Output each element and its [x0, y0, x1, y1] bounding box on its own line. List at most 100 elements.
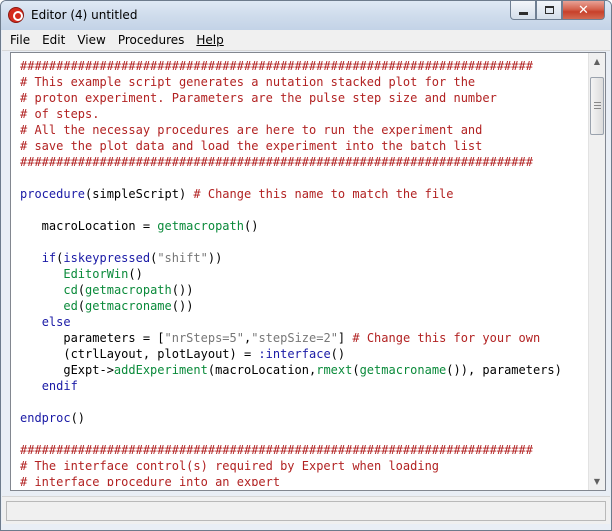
- code-line[interactable]: # This example script generates a nutati…: [20, 74, 586, 90]
- code-token: ()): [171, 283, 194, 297]
- code-line[interactable]: # All the necessay procedures are here t…: [20, 122, 586, 138]
- app-logo-icon[interactable]: [8, 7, 24, 23]
- code-token: endproc: [20, 411, 71, 425]
- code-token: ########################################…: [20, 443, 533, 457]
- maximize-button[interactable]: [536, 1, 562, 20]
- code-token: (: [352, 363, 360, 377]
- code-line[interactable]: parameters = ["nrSteps=5","stepSize=2"] …: [20, 330, 586, 346]
- code-token: parameters = [: [20, 331, 165, 345]
- code-token: )): [207, 251, 223, 265]
- menu-bar: File Edit View Procedures Help: [2, 30, 610, 51]
- title-bar[interactable]: Editor (4) untitled ✕: [1, 1, 611, 30]
- code-token: "nrSteps=5": [164, 331, 244, 345]
- code-text-area[interactable]: ########################################…: [20, 58, 586, 486]
- code-token: (macroLocation,: [207, 363, 317, 377]
- code-token: # Change this name to match the file: [193, 187, 454, 201]
- code-line[interactable]: ed(getmacroname()): [20, 298, 586, 314]
- code-line[interactable]: (ctrlLayout, plotLayout) = :interface(): [20, 346, 586, 362]
- code-token: # All the necessay procedures are here t…: [20, 123, 483, 137]
- code-line[interactable]: gExpt->addExperiment(macroLocation,rmext…: [20, 362, 586, 378]
- code-line[interactable]: procedure(simpleScript) # Change this na…: [20, 186, 586, 202]
- scroll-up-button[interactable]: ▲: [589, 53, 605, 70]
- code-line[interactable]: cd(getmacropath()): [20, 282, 586, 298]
- code-line[interactable]: else: [20, 314, 586, 330]
- code-token: addExperiment: [113, 363, 208, 377]
- code-token: "shift": [157, 251, 208, 265]
- menu-edit[interactable]: Edit: [42, 33, 65, 47]
- code-line[interactable]: # The interface control(s) required by E…: [20, 458, 586, 474]
- code-token: ########################################…: [20, 59, 533, 73]
- window-title: Editor (4) untitled: [31, 8, 138, 22]
- code-token: :interface: [258, 347, 331, 361]
- code-line[interactable]: if(iskeypressed("shift")): [20, 250, 586, 266]
- status-bar: [2, 496, 610, 524]
- code-token: # The interface control(s) required by E…: [20, 459, 440, 473]
- code-token: cd: [63, 283, 78, 297]
- code-token: # proton experiment. Parameters are the …: [20, 91, 497, 105]
- grip-line: [594, 102, 601, 103]
- code-line[interactable]: ########################################…: [20, 442, 586, 458]
- code-line[interactable]: endproc(): [20, 410, 586, 426]
- close-button[interactable]: ✕: [562, 1, 605, 20]
- code-token: (): [243, 219, 259, 233]
- window-controls: ✕: [510, 1, 605, 21]
- close-icon: ✕: [578, 2, 589, 18]
- code-token: ed: [63, 299, 78, 313]
- minimize-button[interactable]: [510, 1, 536, 20]
- code-token: getmacropath: [157, 219, 244, 233]
- grip-line: [594, 105, 601, 106]
- scroll-down-button[interactable]: ▼: [589, 473, 605, 490]
- code-line[interactable]: [20, 170, 586, 186]
- code-token: "stepSize=2": [251, 331, 338, 345]
- scroll-thumb[interactable]: [590, 77, 604, 135]
- menu-view[interactable]: View: [77, 33, 105, 47]
- code-token: else: [41, 315, 71, 329]
- code-token: (): [330, 347, 346, 361]
- code-line[interactable]: [20, 234, 586, 250]
- code-line[interactable]: ########################################…: [20, 58, 586, 74]
- code-line[interactable]: # proton experiment. Parameters are the …: [20, 90, 586, 106]
- arrow-up-icon: ▲: [593, 57, 601, 66]
- code-line[interactable]: [20, 426, 586, 442]
- code-line[interactable]: # save the plot data and load the experi…: [20, 138, 586, 154]
- code-token: getmacroname: [359, 363, 447, 377]
- code-token: (: [77, 299, 86, 313]
- code-token: getmacroname: [85, 299, 172, 313]
- arrow-down-icon: ▼: [593, 477, 601, 486]
- code-token: EditorWin: [63, 267, 129, 281]
- code-line[interactable]: ########################################…: [20, 154, 586, 170]
- minimize-icon: [518, 11, 528, 15]
- code-token: (simpleScript): [85, 187, 194, 201]
- code-token: macroLocation =: [20, 219, 158, 233]
- code-line[interactable]: EditorWin(): [20, 266, 586, 282]
- code-line[interactable]: # of steps.: [20, 106, 586, 122]
- code-token: ]: [337, 331, 353, 345]
- code-token: ()): [171, 299, 194, 313]
- code-token: # of steps.: [20, 107, 100, 121]
- code-token: iskeypressed: [63, 251, 151, 265]
- code-line[interactable]: [20, 394, 586, 410]
- code-line[interactable]: macroLocation = getmacropath(): [20, 218, 586, 234]
- status-field: [6, 501, 606, 521]
- code-line[interactable]: endif: [20, 378, 586, 394]
- code-token: ########################################…: [20, 155, 533, 169]
- vertical-scrollbar[interactable]: ▲ ▼: [588, 53, 605, 490]
- code-token: ()), parameters): [446, 363, 562, 377]
- code-token: (: [77, 283, 86, 297]
- code-token: # interface procedure into an expert: [20, 475, 281, 486]
- menu-help[interactable]: Help: [196, 33, 223, 47]
- menu-procedures[interactable]: Procedures: [118, 33, 185, 47]
- menu-file[interactable]: File: [10, 33, 30, 47]
- code-token: getmacropath: [85, 283, 172, 297]
- code-token: procedure: [20, 187, 86, 201]
- code-editor[interactable]: ########################################…: [10, 52, 606, 491]
- code-line[interactable]: [20, 202, 586, 218]
- code-token: rmext: [316, 363, 353, 377]
- code-token: (): [70, 411, 86, 425]
- code-line[interactable]: # interface procedure into an expert: [20, 474, 586, 486]
- code-token: if: [41, 251, 57, 265]
